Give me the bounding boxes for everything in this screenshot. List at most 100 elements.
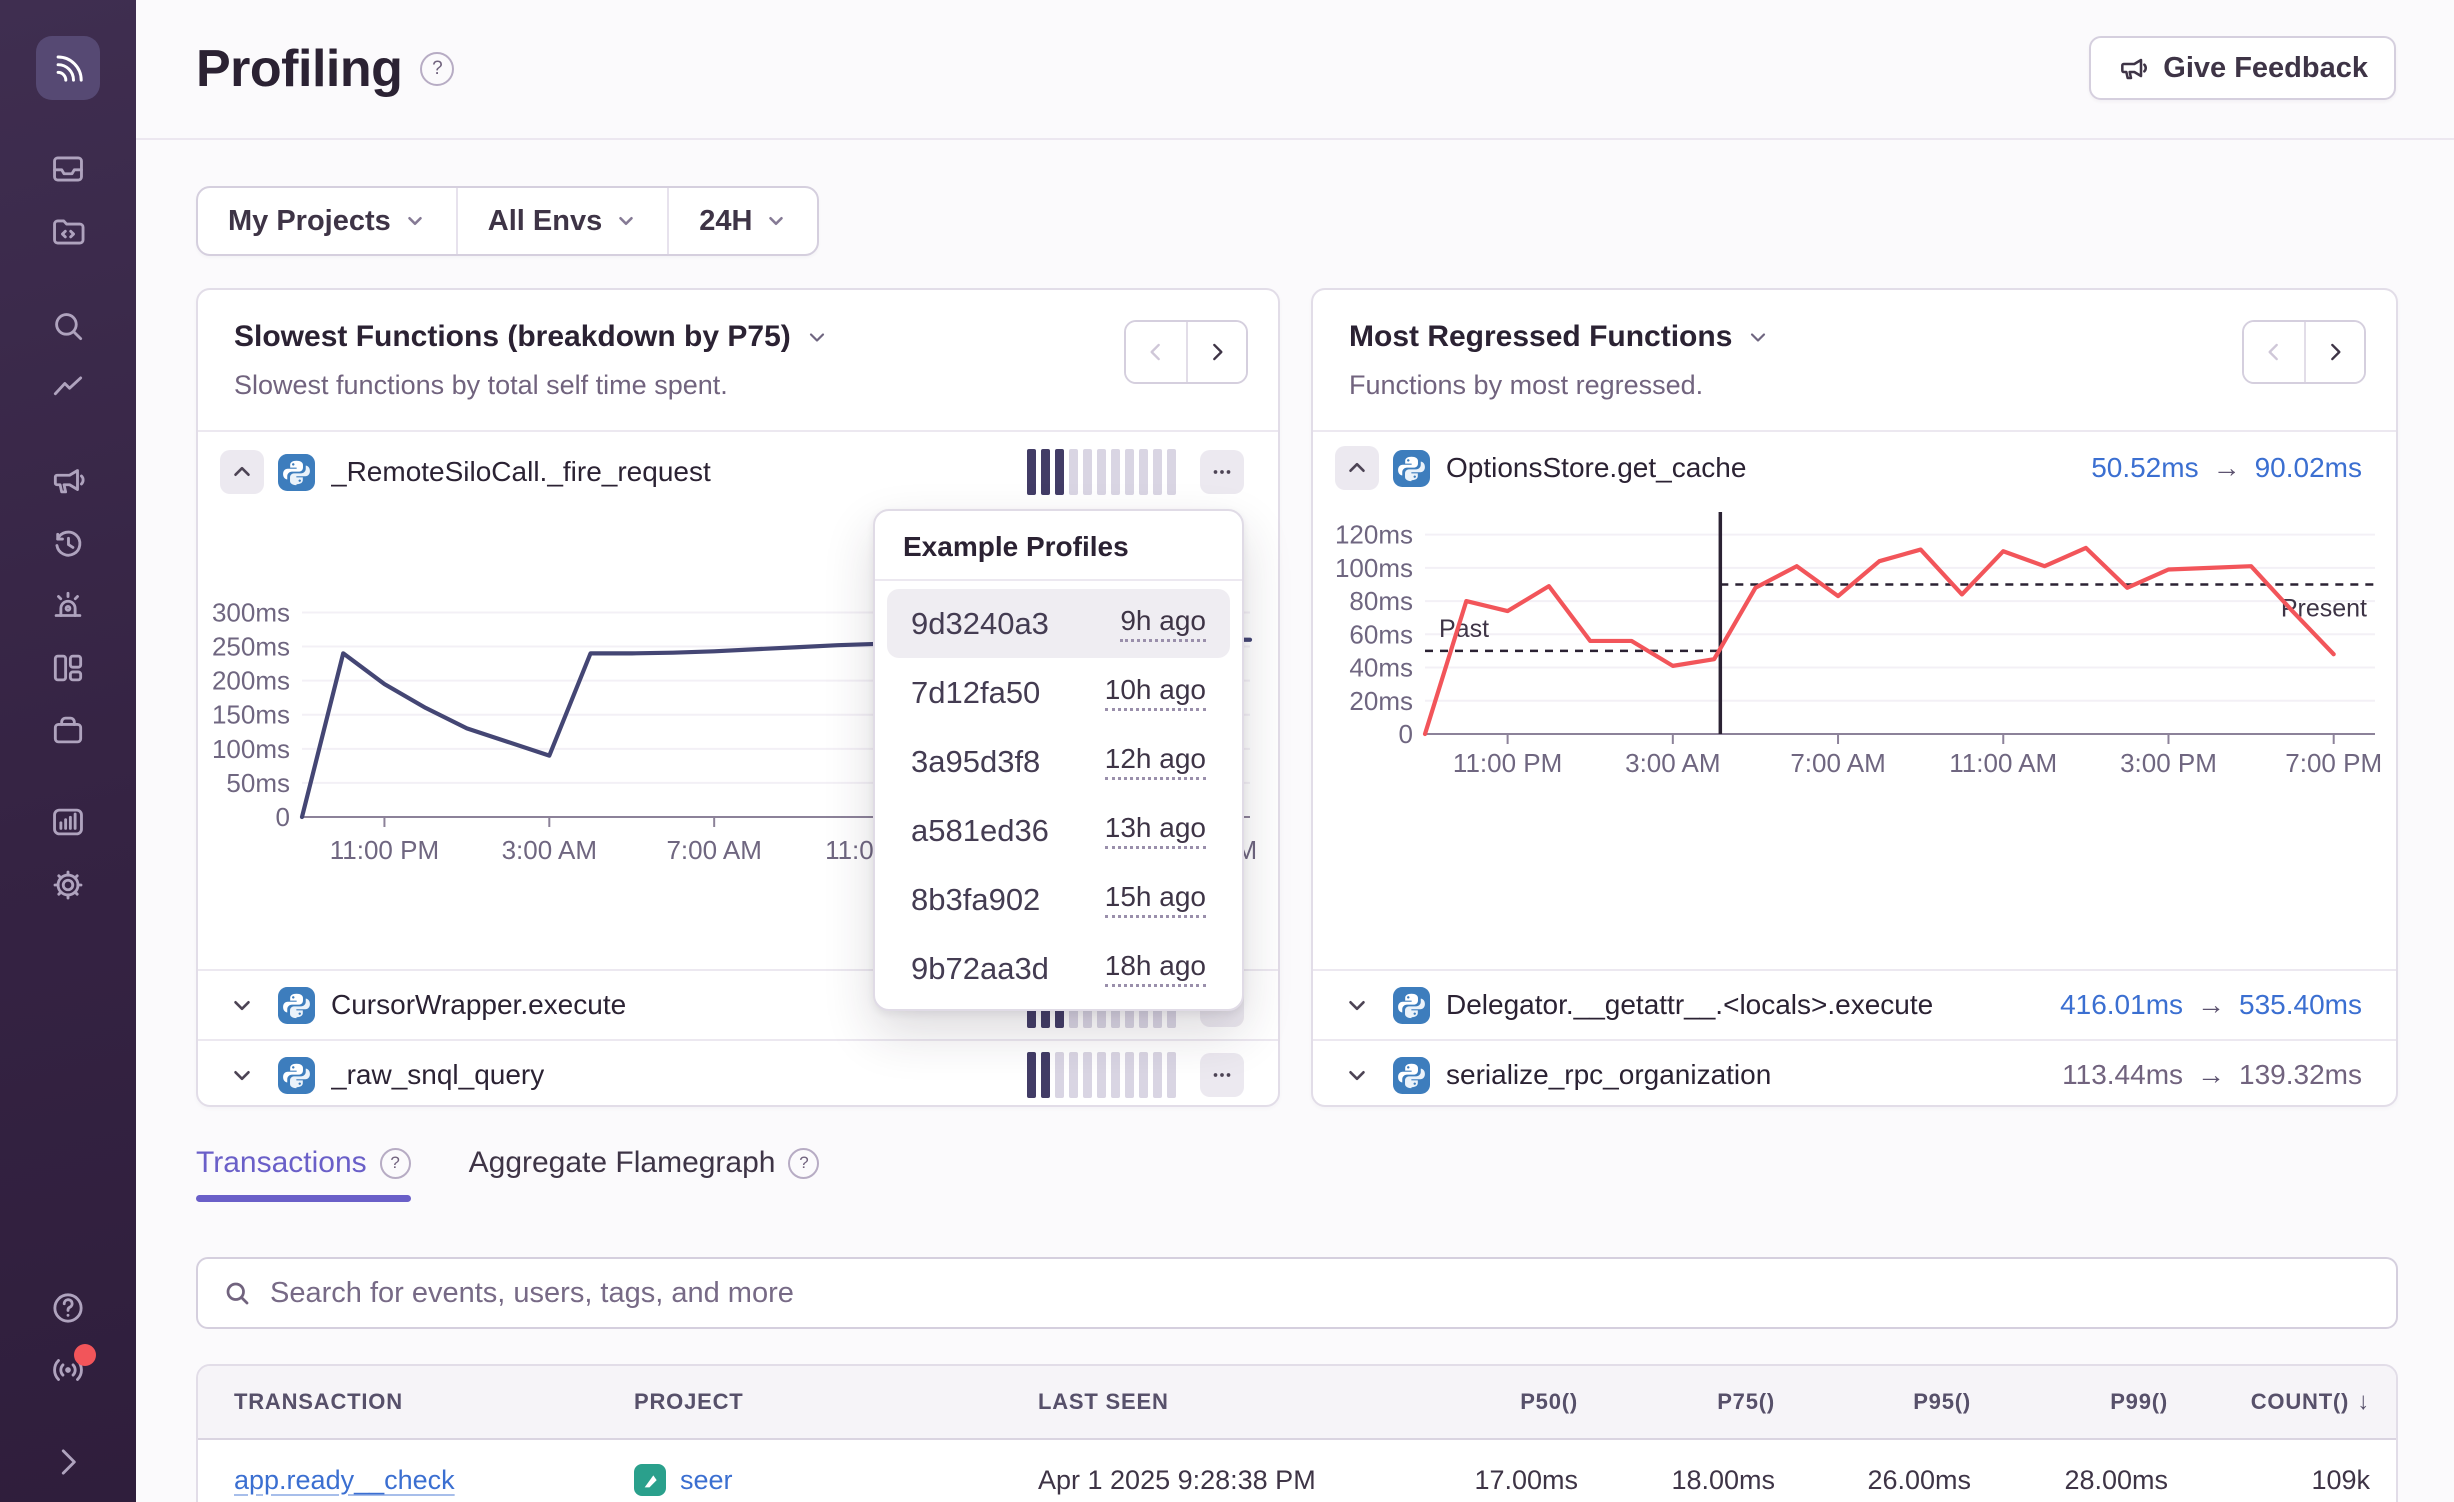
sidebar-item-dashboards[interactable] xyxy=(46,646,90,690)
tab-aggregate-flamegraph[interactable]: Aggregate Flamegraph ? xyxy=(469,1146,820,1202)
sidebar-item-help[interactable] xyxy=(46,1286,90,1330)
column-p95[interactable]: P95() xyxy=(1775,1389,1971,1415)
profile-age-link[interactable]: 10h ago xyxy=(1105,674,1206,711)
sidebar-item-metrics[interactable] xyxy=(46,367,90,411)
svg-text:3:00 AM: 3:00 AM xyxy=(502,835,597,865)
table-row: app.ready__checkseerApr 1 2025 9:28:38 P… xyxy=(198,1440,2396,1502)
chevron-up-icon xyxy=(229,459,255,485)
profile-age-link[interactable]: 9h ago xyxy=(1120,605,1206,642)
more-actions-button[interactable] xyxy=(1200,450,1244,494)
history-clock-icon xyxy=(49,524,87,562)
before-duration-link[interactable]: 50.52ms xyxy=(2091,452,2198,484)
date-range-filter[interactable]: 24H xyxy=(667,188,817,254)
siren-icon xyxy=(49,587,87,625)
search-input[interactable] xyxy=(270,1277,2372,1310)
profile-age-link[interactable]: 13h ago xyxy=(1105,812,1206,849)
profile-id: 8b3fa902 xyxy=(911,882,1040,918)
next-page-button[interactable] xyxy=(1186,322,1246,382)
expand-row-button[interactable] xyxy=(220,983,264,1027)
before-duration-link[interactable]: 416.01ms xyxy=(2060,989,2183,1021)
next-page-button[interactable] xyxy=(2304,322,2364,382)
tab-help-icon[interactable]: ? xyxy=(788,1148,819,1179)
search-icon xyxy=(49,307,87,345)
column-project[interactable]: PROJECT xyxy=(634,1389,1038,1415)
tab-help-icon[interactable]: ? xyxy=(380,1148,411,1179)
sidebar-item-issues[interactable] xyxy=(46,147,90,191)
column-last-seen[interactable]: LAST SEEN xyxy=(1038,1389,1398,1415)
sidebar-item-replays[interactable] xyxy=(46,521,90,565)
project-filter[interactable]: My Projects xyxy=(198,188,456,254)
example-profile-item[interactable]: 9d3240a3 9h ago xyxy=(887,589,1230,658)
profile-sparkline[interactable] xyxy=(1027,1052,1176,1098)
give-feedback-button[interactable]: Give Feedback xyxy=(2089,36,2396,100)
panel-title: Most Regressed Functions xyxy=(1349,320,1732,354)
after-duration-link[interactable]: 535.40ms xyxy=(2239,989,2362,1021)
after-duration-link[interactable]: 90.02ms xyxy=(2255,452,2362,484)
collapse-row-button[interactable] xyxy=(220,450,264,494)
column-p50[interactable]: P50() xyxy=(1398,1389,1578,1415)
p50-value: 17.00ms xyxy=(1398,1465,1578,1496)
more-actions-button[interactable] xyxy=(1200,1053,1244,1097)
seer-project-icon xyxy=(634,1464,666,1496)
sidebar-item-stats[interactable] xyxy=(46,800,90,844)
profile-age-link[interactable]: 18h ago xyxy=(1105,950,1206,987)
svg-text:Present: Present xyxy=(2281,594,2367,622)
sidebar-item-alerts[interactable] xyxy=(46,584,90,628)
profile-age-link[interactable]: 15h ago xyxy=(1105,881,1206,918)
transaction-link[interactable]: app.ready__check xyxy=(234,1465,455,1495)
regressed-function-chart[interactable]: 020ms40ms60ms80ms100ms120ms11:00 PM3:00 … xyxy=(1313,504,2396,969)
example-profile-item[interactable]: 9b72aa3d18h ago xyxy=(887,934,1230,1003)
collapse-row-button[interactable] xyxy=(1335,446,1379,490)
profile-sparkline[interactable] xyxy=(1027,449,1176,495)
pagination xyxy=(2242,320,2366,384)
svg-text:150ms: 150ms xyxy=(212,700,290,730)
sidebar-item-explore[interactable] xyxy=(46,304,90,348)
sidebar-item-whats-new[interactable] xyxy=(46,1348,90,1392)
sidebar-item-feedback[interactable] xyxy=(46,458,90,502)
column-p75[interactable]: P75() xyxy=(1578,1389,1775,1415)
column-p99[interactable]: P99() xyxy=(1971,1389,2168,1415)
sidebar-collapse-button[interactable] xyxy=(46,1440,90,1484)
profile-age-link[interactable]: 12h ago xyxy=(1105,743,1206,780)
tab-transactions[interactable]: Transactions ? xyxy=(196,1146,411,1202)
code-folder-icon xyxy=(49,213,87,251)
regression-values: 50.52ms → 90.02ms xyxy=(2091,452,2362,484)
expand-row-button[interactable] xyxy=(1335,983,1379,1027)
environment-filter[interactable]: All Envs xyxy=(456,188,667,254)
expand-row-button[interactable] xyxy=(220,1053,264,1097)
most-regressed-title-dropdown[interactable]: Most Regressed Functions xyxy=(1349,320,2360,354)
sidebar-item-releases[interactable] xyxy=(46,708,90,752)
svg-text:200ms: 200ms xyxy=(212,666,290,696)
svg-text:11:00 AM: 11:00 AM xyxy=(1949,748,2057,778)
column-count-sorted[interactable]: COUNT()↓ xyxy=(2168,1388,2370,1416)
page-help-icon[interactable]: ? xyxy=(420,52,454,86)
previous-page-button[interactable] xyxy=(1126,322,1186,382)
regression-values: 416.01ms → 535.40ms xyxy=(2060,989,2362,1021)
example-profile-item[interactable]: 3a95d3f8 12h ago xyxy=(887,727,1230,796)
previous-page-button[interactable] xyxy=(2244,322,2304,382)
profile-id: 3a95d3f8 xyxy=(911,744,1040,780)
python-project-icon xyxy=(1393,987,1430,1024)
profile-id: a581ed36 xyxy=(911,813,1049,849)
sentry-logo[interactable] xyxy=(36,36,100,100)
column-transaction[interactable]: TRANSACTION xyxy=(234,1389,634,1415)
example-profile-item[interactable]: 8b3fa902 15h ago xyxy=(887,865,1230,934)
project-link[interactable]: seer xyxy=(680,1465,733,1496)
dropdown-title: Example Profiles xyxy=(875,511,1242,581)
function-row: _raw_snql_query xyxy=(198,1039,1278,1109)
example-profile-item[interactable]: 7d12fa5010h ago xyxy=(887,658,1230,727)
sidebar-item-projects[interactable] xyxy=(46,210,90,254)
ellipsis-icon xyxy=(1209,459,1235,485)
slowest-functions-title-dropdown[interactable]: Slowest Functions (breakdown by P75) xyxy=(234,320,1242,354)
chevron-left-icon xyxy=(1143,339,1169,365)
example-profile-item[interactable]: a581ed36 13h ago xyxy=(887,796,1230,865)
layout-grid-icon xyxy=(49,649,87,687)
notification-badge xyxy=(74,1344,96,1366)
profile-id: 9d3240a3 xyxy=(911,606,1049,642)
expand-row-button[interactable] xyxy=(1335,1053,1379,1097)
function-row-expanded: _RemoteSiloCall._fire_request xyxy=(198,432,1278,512)
sort-desc-icon: ↓ xyxy=(2357,1388,2370,1415)
sidebar-item-settings[interactable] xyxy=(46,863,90,907)
bar-chart-icon xyxy=(49,803,87,841)
trend-line-icon xyxy=(49,370,87,408)
